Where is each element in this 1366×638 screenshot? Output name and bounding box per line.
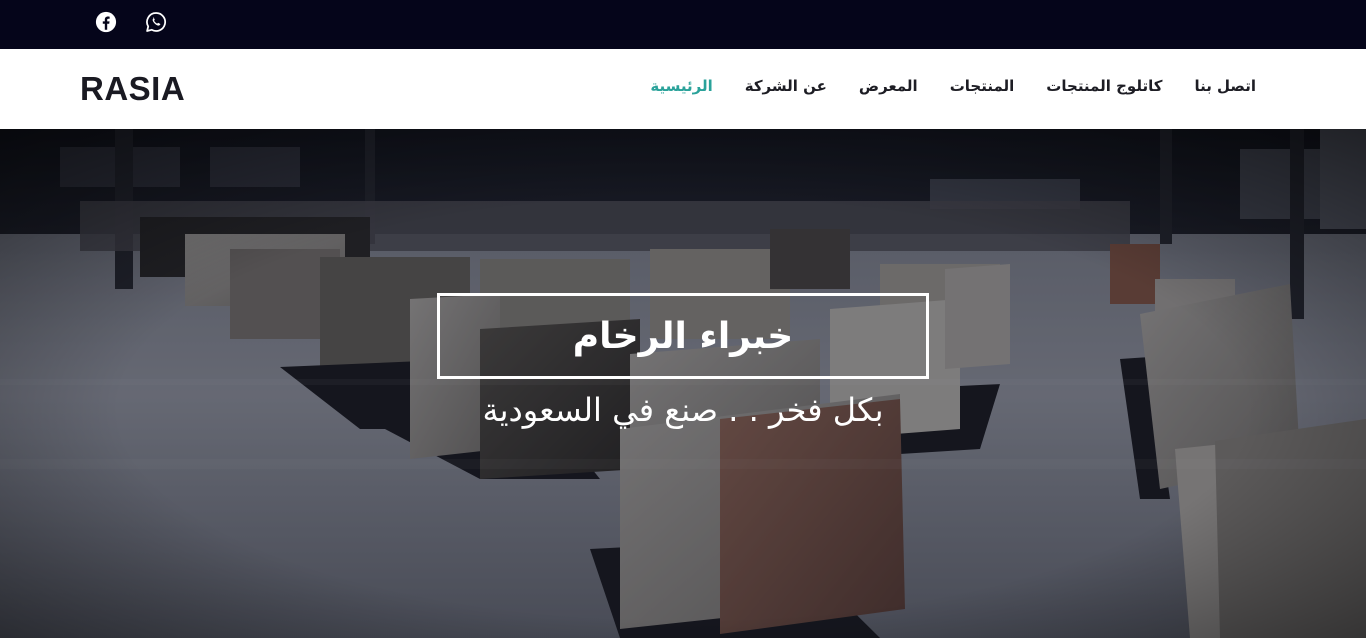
whatsapp-icon[interactable] <box>144 10 168 34</box>
nav-about[interactable]: عن الشركة <box>745 77 827 95</box>
nav-products[interactable]: المنتجات <box>950 77 1015 95</box>
hero-section: خبراء الرخام بكل فخر . . صنع في السعودية <box>0 129 1366 638</box>
hero-title: خبراء الرخام <box>572 315 794 357</box>
nav-catalog[interactable]: كاتلوج المنتجات <box>1046 77 1162 95</box>
hero-title-box: خبراء الرخام <box>437 293 929 379</box>
nav-home[interactable]: الرئيسية <box>650 77 712 95</box>
top-bar <box>0 0 1366 49</box>
hero-background-image <box>0 129 1366 638</box>
hero-subtitle: بكل فخر . . صنع في السعودية <box>482 391 884 429</box>
brand-logo[interactable]: RASIA <box>80 70 185 108</box>
nav-contact[interactable]: اتصل بنا <box>1194 77 1256 95</box>
main-menu: الرئيسية عن الشركة المعرض المنتجات كاتلو… <box>650 77 1256 95</box>
nav-gallery[interactable]: المعرض <box>859 77 918 95</box>
facebook-icon[interactable] <box>94 10 118 34</box>
main-navbar: RASIA الرئيسية عن الشركة المعرض المنتجات… <box>0 49 1366 129</box>
